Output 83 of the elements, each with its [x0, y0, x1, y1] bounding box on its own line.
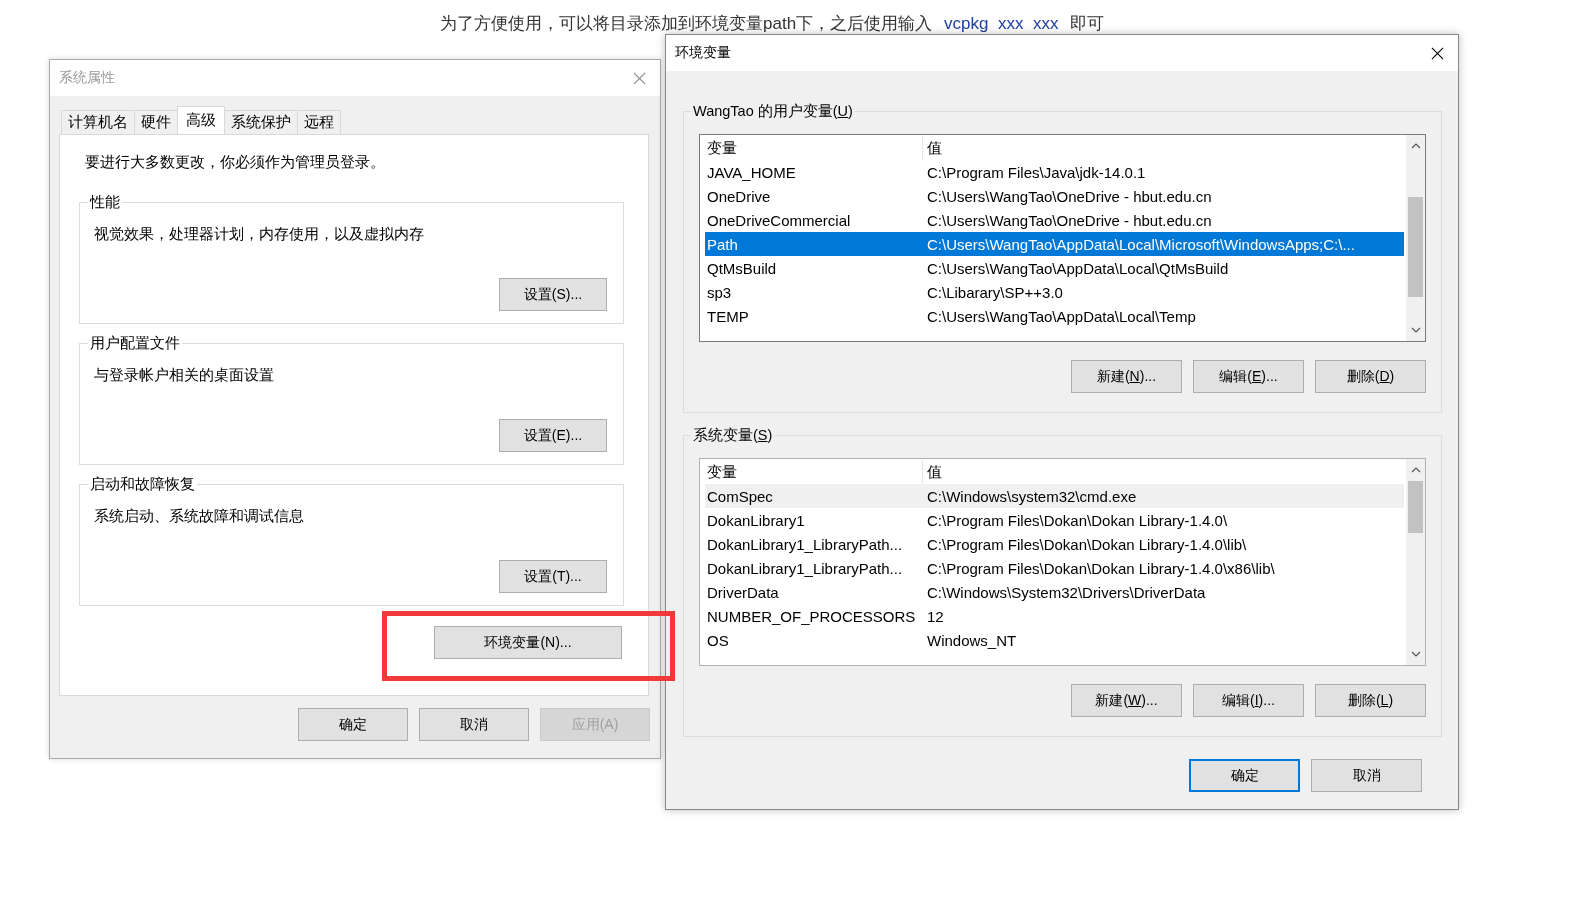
instruction-text: 为了方便使用，可以将目录添加到环境变量path下，之后使用输入 vcpkg xxx xxx 即可 — [440, 13, 1105, 35]
variable-name: sp3 — [706, 283, 733, 301]
tab[interactable]: 远程 — [297, 110, 341, 134]
list-action-button[interactable]: 新建(N)... — [1071, 360, 1182, 393]
scrollbar[interactable] — [1406, 459, 1425, 665]
variable-row[interactable]: NUMBER_OF_PROCESSORS 12 — [705, 604, 1404, 628]
variable-value: C:\Users\WangTao\OneDrive - hbut.edu.cn — [926, 211, 1213, 229]
variable-row[interactable]: DokanLibrary1_LibraryPath... C:\Program Files\Dokan\Dokan Library-1.4.0\lib\ — [705, 532, 1404, 556]
list-action-button[interactable]: 删除(D) — [1315, 360, 1426, 393]
variable-row[interactable]: DriverData C:\Windows\System32\Drivers\DriverData — [705, 580, 1404, 604]
variable-name: DokanLibrary1_LibraryPath... — [706, 559, 904, 577]
scroll-up-icon[interactable] — [1410, 143, 1421, 149]
scrollbar-thumb[interactable] — [1408, 197, 1423, 297]
list-action-button[interactable]: 新建(W)... — [1071, 684, 1182, 717]
group-title: WangTao 的用户变量(U) — [691, 102, 855, 120]
variable-row[interactable]: ComSpec C:\Windows\system32\cmd.exe — [705, 484, 1404, 508]
variable-row[interactable]: JAVA_HOME C:\Program Files\Java\jdk-14.0.1 — [705, 160, 1404, 184]
group-title: 性能 — [88, 193, 122, 211]
scrollbar-thumb[interactable] — [1408, 481, 1423, 533]
variable-name: TEMP — [706, 307, 750, 325]
variable-row[interactable]: OneDrive C:\Users\WangTao\OneDrive - hbut.edu.cn — [705, 184, 1404, 208]
dialog-button[interactable]: 取消 — [419, 708, 529, 741]
variable-name: OS — [706, 631, 730, 649]
settings-button[interactable]: 设置(T)... — [499, 560, 607, 593]
variable-name: OneDriveCommercial — [706, 211, 852, 229]
scroll-down-icon[interactable] — [1410, 651, 1421, 657]
variable-value: C:\Windows\System32\Drivers\DriverData — [926, 583, 1207, 601]
group-title: 启动和故障恢复 — [88, 475, 197, 493]
group-description: 与登录帐户相关的桌面设置 — [94, 366, 275, 385]
group-title: 用户配置文件 — [88, 334, 182, 352]
variable-row[interactable]: QtMsBuild C:\Users\WangTao\AppData\Local\QtMsBuild — [705, 256, 1404, 280]
admin-notice: 要进行大多数更改，你必须作为管理员登录。 — [85, 153, 386, 172]
column-header[interactable]: 变量 — [705, 460, 923, 484]
list-action-button[interactable]: 删除(L) — [1315, 684, 1426, 717]
variable-row[interactable]: sp3 C:\Libarary\SP++3.0 — [705, 280, 1404, 304]
variable-row[interactable]: DokanLibrary1_LibraryPath... C:\Program Files\Dokan\Dokan Library-1.4.0\x86\lib\ — [705, 556, 1404, 580]
variable-value: Windows_NT — [926, 631, 1018, 649]
group-description: 视觉效果，处理器计划，内存使用，以及虚拟内存 — [94, 225, 425, 244]
variable-value: C:\Windows\system32\cmd.exe — [926, 487, 1138, 505]
variable-value: C:\Program Files\Dokan\Dokan Library-1.4.0\lib\ — [926, 535, 1248, 553]
variable-row[interactable]: Path C:\Users\WangTao\AppData\Local\Microsoft\WindowsApps;C:\... — [705, 232, 1404, 256]
dialog-button[interactable]: 确定 — [1189, 759, 1300, 792]
group-title: 系统变量(S) — [691, 426, 775, 444]
variable-row[interactable]: OS Windows_NT — [705, 628, 1404, 652]
scroll-down-icon[interactable] — [1410, 327, 1421, 333]
variable-row[interactable]: DokanLibrary1 C:\Program Files\Dokan\Dokan Library-1.4.0\ — [705, 508, 1404, 532]
dialog-button[interactable]: 取消 — [1311, 759, 1422, 792]
variable-name: OneDrive — [706, 187, 772, 205]
variable-value: C:\Users\WangTao\AppData\Local\Temp — [926, 307, 1197, 325]
scroll-up-icon[interactable] — [1410, 467, 1421, 473]
variable-name: DokanLibrary1_LibraryPath... — [706, 535, 904, 553]
variable-value: C:\Program Files\Dokan\Dokan Library-1.4.0\x86\lib\ — [926, 559, 1276, 577]
scrollbar[interactable] — [1406, 135, 1425, 341]
variable-name: DokanLibrary1 — [706, 511, 806, 529]
group-description: 系统启动、系统故障和调试信息 — [94, 507, 305, 526]
window-title: 系统属性 — [59, 69, 115, 87]
variable-name: ComSpec — [706, 487, 774, 505]
variable-row[interactable]: OneDriveCommercial C:\Users\WangTao\OneDrive - hbut.edu.cn — [705, 208, 1404, 232]
settings-button[interactable]: 设置(S)... — [499, 278, 607, 311]
variable-value: C:\Program Files\Java\jdk-14.0.1 — [926, 163, 1147, 181]
tab[interactable]: 高级 — [177, 106, 225, 134]
close-icon[interactable] — [1431, 46, 1444, 60]
column-header[interactable]: 值 — [922, 136, 1404, 160]
variable-name: QtMsBuild — [706, 259, 778, 277]
column-header[interactable]: 变量 — [705, 136, 923, 160]
variable-name: NUMBER_OF_PROCESSORS — [706, 607, 917, 625]
variable-value: C:\Users\WangTao\AppData\Local\QtMsBuild — [926, 259, 1230, 277]
variable-name: Path — [706, 235, 739, 253]
variable-name: DriverData — [706, 583, 780, 601]
variable-value: C:\Users\WangTao\AppData\Local\Microsoft\WindowsApps;C:\... — [926, 235, 1356, 253]
variable-value: C:\Program Files\Dokan\Dokan Library-1.4.0\ — [926, 511, 1229, 529]
window-title: 环境变量 — [675, 44, 731, 62]
list-action-button[interactable]: 编辑(E)... — [1193, 360, 1304, 393]
dialog-button[interactable]: 确定 — [298, 708, 408, 741]
variable-name: JAVA_HOME — [706, 163, 797, 181]
tab[interactable]: 计算机名 — [61, 110, 135, 134]
settings-button[interactable]: 设置(E)... — [499, 419, 607, 452]
list-action-button[interactable]: 编辑(I)... — [1193, 684, 1304, 717]
variable-value: C:\Libarary\SP++3.0 — [926, 283, 1064, 301]
environment-variables-button[interactable]: 环境变量(N)... — [434, 626, 622, 659]
variable-value: 12 — [926, 607, 945, 625]
variable-row[interactable]: TEMP C:\Users\WangTao\AppData\Local\Temp — [705, 304, 1404, 328]
variable-value: C:\Users\WangTao\OneDrive - hbut.edu.cn — [926, 187, 1213, 205]
